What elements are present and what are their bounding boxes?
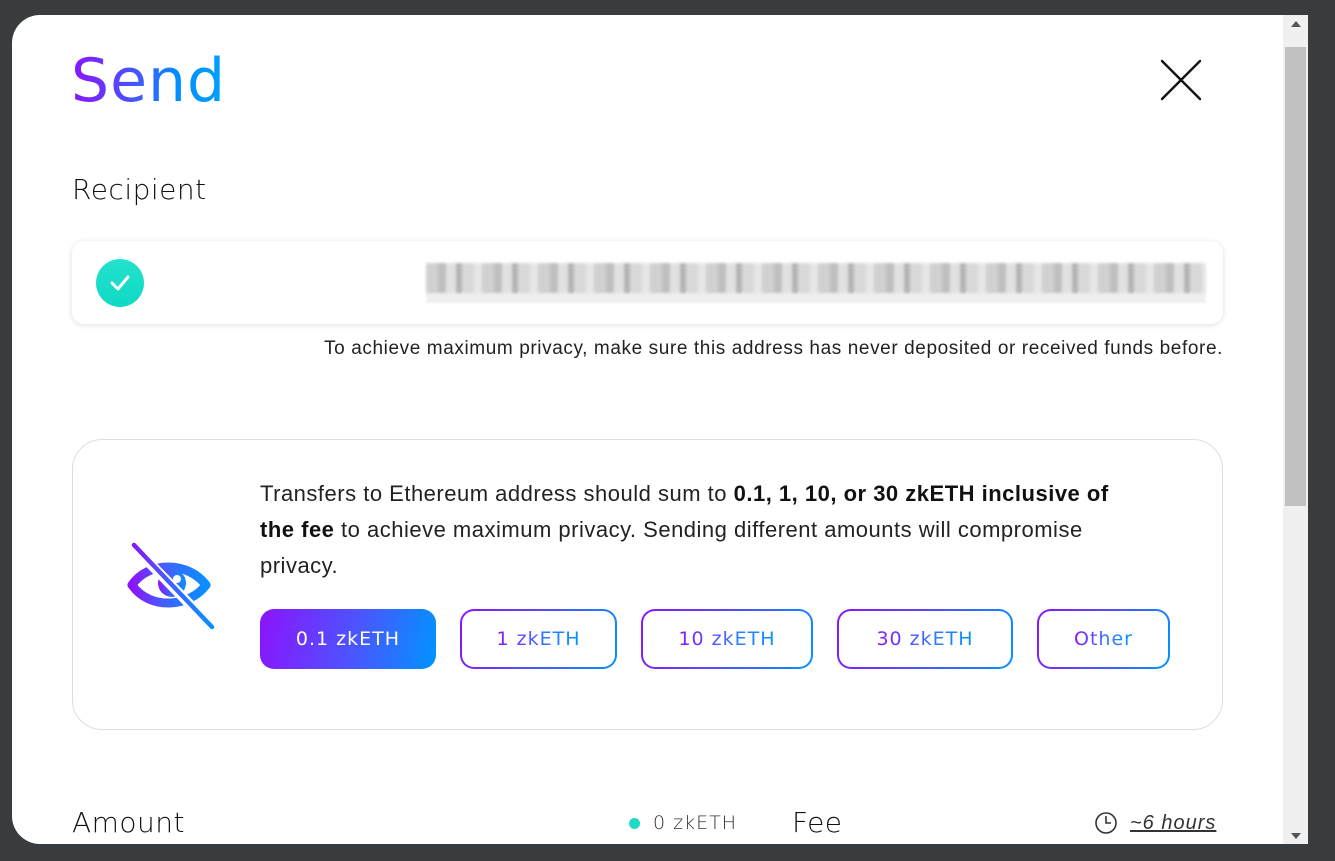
check-circle-icon <box>96 259 144 307</box>
warning-text-part2: to achieve maximum privacy. Sending diff… <box>260 517 1083 578</box>
amount-label: Amount <box>72 806 186 839</box>
amount-option-label: Other <box>1074 628 1133 650</box>
settlement-time-link[interactable]: ~6 hours <box>1130 812 1216 835</box>
close-icon <box>1160 59 1202 101</box>
balance-value: 0 zkETH <box>653 812 738 834</box>
amount-option-0-1[interactable]: 0.1 zkETH <box>260 609 436 669</box>
amount-option-label: 30 zkETH <box>876 628 974 650</box>
settlement-time[interactable]: ~6 hours <box>1094 811 1216 835</box>
send-modal: Send Recipient To achieve maximum privac… <box>12 15 1308 844</box>
amount-option-label: 10 zkETH <box>678 628 776 650</box>
scroll-down-button[interactable] <box>1283 827 1308 844</box>
warning-text-part1: Transfers to Ethereum address should sum… <box>260 481 734 506</box>
amount-option-1[interactable]: 1 zkETH <box>460 609 617 669</box>
recipient-privacy-hint: To achieve maximum privacy, make sure th… <box>324 338 1223 359</box>
modal-content: Send Recipient To achieve maximum privac… <box>12 15 1283 844</box>
amount-preset-options: 0.1 zkETH 1 zkETH 10 zkETH 30 zkETH Othe… <box>260 609 1194 669</box>
balance-status-dot <box>629 817 640 829</box>
scrollbar-thumb[interactable] <box>1285 47 1306 506</box>
privacy-warning-text: Transfers to Ethereum address should sum… <box>260 476 1120 584</box>
amount-option-10[interactable]: 10 zkETH <box>641 609 813 669</box>
scrollbar[interactable] <box>1283 15 1308 844</box>
balance-display: 0 zkETH <box>629 812 737 834</box>
arrow-down-icon <box>1290 832 1301 839</box>
fee-label: Fee <box>792 806 843 839</box>
modal-title: Send <box>71 46 227 116</box>
arrow-up-icon <box>1290 20 1301 27</box>
recipient-input[interactable] <box>72 241 1223 324</box>
scroll-up-button[interactable] <box>1283 15 1308 32</box>
amount-option-other[interactable]: Other <box>1037 609 1170 669</box>
recipient-address-redacted <box>426 263 1206 303</box>
eye-slash-icon <box>126 539 216 633</box>
privacy-warning-card: Transfers to Ethereum address should sum… <box>72 439 1223 730</box>
recipient-label: Recipient <box>72 173 207 206</box>
clock-icon <box>1095 812 1117 834</box>
amount-option-label: 0.1 zkETH <box>295 628 401 650</box>
amount-option-30[interactable]: 30 zkETH <box>837 609 1013 669</box>
close-button[interactable] <box>1160 59 1202 101</box>
amount-option-label: 1 zkETH <box>496 628 581 650</box>
